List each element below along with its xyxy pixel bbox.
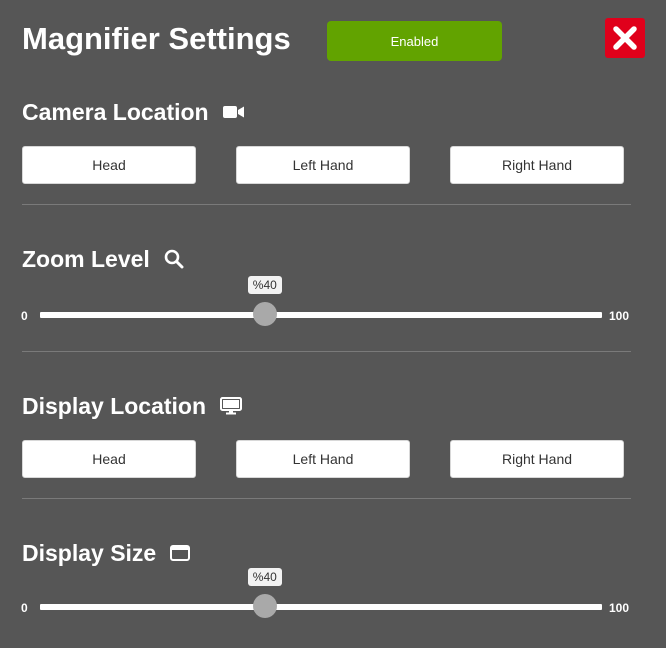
zoom-slider-thumb[interactable] <box>252 302 277 326</box>
window-icon <box>170 545 191 561</box>
close-icon <box>613 26 637 50</box>
divider <box>22 351 631 352</box>
display-size-heading: Display Size <box>22 538 191 568</box>
page-title: Magnifier Settings <box>22 21 291 56</box>
display-size-max-label: 100 <box>609 601 630 615</box>
display-size-title: Display Size <box>22 539 157 566</box>
zoom-min-label: 0 <box>21 309 28 323</box>
search-icon <box>164 249 184 269</box>
display-size-value-bubble: %40 <box>247 568 282 586</box>
zoom-level-title: Zoom Level <box>22 245 150 272</box>
zoom-slider-track[interactable] <box>40 312 602 318</box>
camera-location-head-button[interactable]: Head <box>22 146 196 184</box>
zoom-level-heading: Zoom Level <box>22 244 184 274</box>
zoom-max-label: 100 <box>609 309 630 323</box>
camera-location-right-hand-button[interactable]: Right Hand <box>450 146 624 184</box>
close-button[interactable] <box>605 18 645 58</box>
camera-location-title: Camera Location <box>22 98 209 125</box>
monitor-icon <box>220 397 243 415</box>
zoom-value-bubble: %40 <box>247 276 282 294</box>
display-size-min-label: 0 <box>21 601 28 615</box>
camera-location-left-hand-button[interactable]: Left Hand <box>236 146 410 184</box>
display-location-left-hand-button[interactable]: Left Hand <box>236 440 410 478</box>
display-location-title: Display Location <box>22 392 207 419</box>
display-size-slider-track[interactable] <box>40 604 602 610</box>
video-camera-icon <box>222 106 244 118</box>
divider <box>22 498 631 499</box>
display-location-right-hand-button[interactable]: Right Hand <box>450 440 624 478</box>
enabled-toggle-button[interactable]: Enabled <box>327 21 502 61</box>
display-location-head-button[interactable]: Head <box>22 440 196 478</box>
display-location-heading: Display Location <box>22 391 243 421</box>
camera-location-heading: Camera Location <box>22 97 245 127</box>
display-size-slider-thumb[interactable] <box>252 594 277 618</box>
divider <box>22 204 631 205</box>
